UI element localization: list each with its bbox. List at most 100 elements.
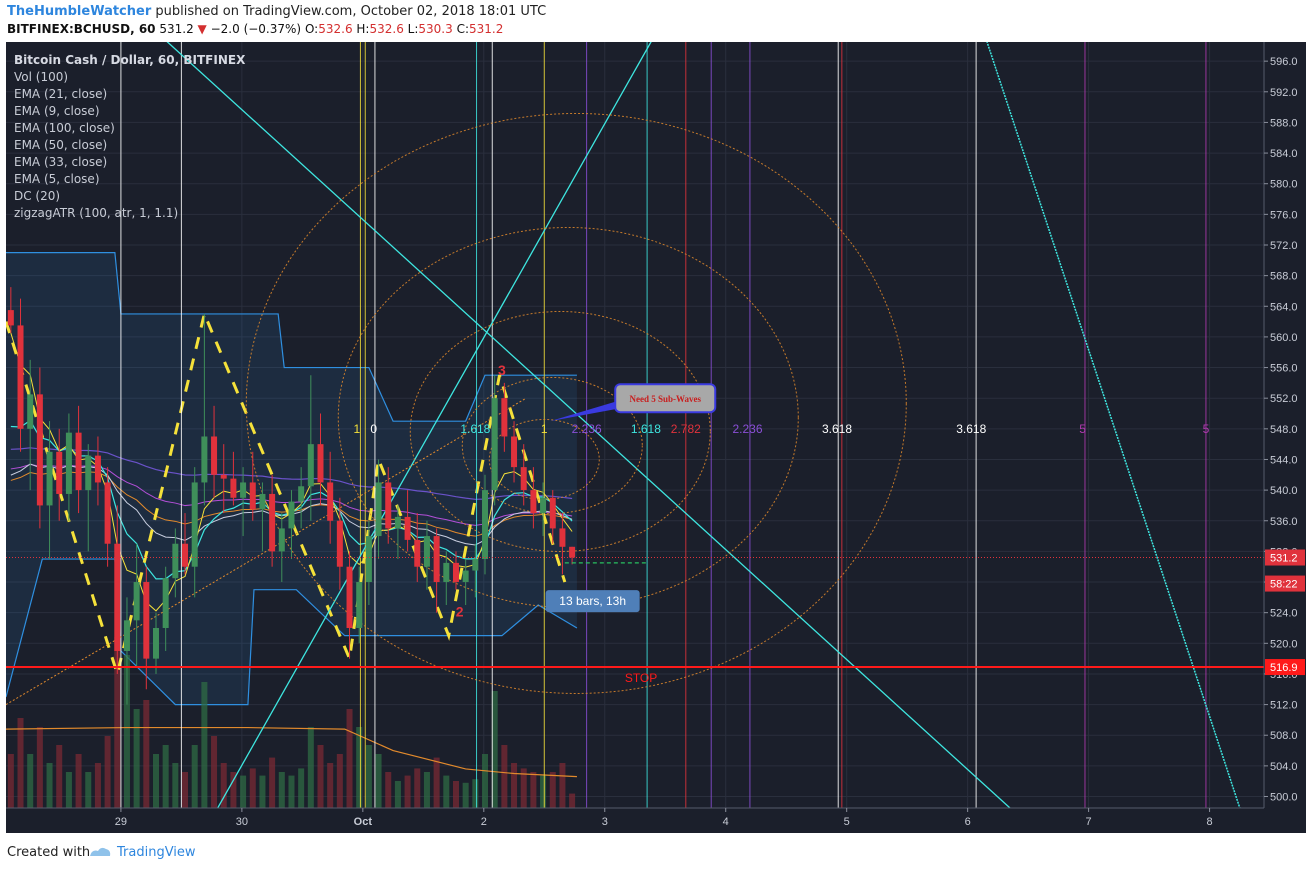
volume-bar xyxy=(259,775,266,808)
candle-body xyxy=(423,536,430,567)
chart-area[interactable]: STOP 1 0 1.618 1 2.236 1.618 2.782 2.236 3.618 3.6… xyxy=(6,42,1306,833)
volume-bar xyxy=(394,781,401,808)
candle-body xyxy=(278,528,285,552)
price-axis-label: 536.0 xyxy=(1270,516,1298,528)
price-axis-label: 580.0 xyxy=(1270,179,1298,191)
stop-label: STOP xyxy=(625,671,657,685)
volume-bar xyxy=(152,754,159,808)
volume-bar xyxy=(365,745,372,808)
last-price: 531.2 xyxy=(159,22,194,36)
price-axis-label: 508.0 xyxy=(1270,730,1298,742)
candle-body xyxy=(65,432,72,494)
volume-bar xyxy=(530,772,537,808)
candle-body xyxy=(356,582,363,628)
time-axis-label: 5 xyxy=(844,816,850,828)
candle-body xyxy=(327,482,334,521)
publish-line: TheHumbleWatcher published on TradingVie… xyxy=(7,4,546,19)
price-axis-label: 576.0 xyxy=(1270,209,1298,221)
volume-bar xyxy=(133,709,140,808)
created-with-text: Created with xyxy=(7,845,91,860)
price-axis-label: 540.0 xyxy=(1270,485,1298,497)
volume-bar xyxy=(172,763,179,808)
open-value: 532.6 xyxy=(318,22,353,36)
volume-bar xyxy=(423,772,430,808)
candle-body xyxy=(56,451,63,494)
volume-bar xyxy=(182,772,189,808)
low-label: L: xyxy=(407,22,419,36)
price-axis-label: 568.0 xyxy=(1270,271,1298,283)
volume-bar xyxy=(104,736,111,808)
candle-body xyxy=(520,467,527,491)
candle-body xyxy=(569,546,576,558)
fib-level-label: 3.618 xyxy=(956,422,986,436)
volume-bar xyxy=(346,709,353,808)
candle-body xyxy=(152,627,159,659)
price-axis-label: 564.0 xyxy=(1270,301,1298,313)
volume-bar xyxy=(414,768,421,808)
fib-level-label: 1 xyxy=(541,422,548,436)
candle-body xyxy=(191,482,198,567)
volume-bar xyxy=(191,745,198,808)
time-axis-label: 2 xyxy=(481,816,487,828)
price-axis-label: 556.0 xyxy=(1270,363,1298,375)
volume-bar xyxy=(211,736,218,808)
candle-body xyxy=(201,436,208,483)
volume-bar xyxy=(327,763,334,808)
candle-body xyxy=(317,444,324,483)
fib-level-label: 2.236 xyxy=(732,422,762,436)
tradingview-link[interactable]: TradingView xyxy=(117,845,196,860)
candle-body xyxy=(501,398,508,437)
candle-body xyxy=(133,582,140,621)
volume-bar xyxy=(385,772,392,808)
volume-bar xyxy=(559,763,566,808)
candle-body xyxy=(549,497,556,529)
candle-body xyxy=(511,436,518,468)
candle-body xyxy=(385,482,392,529)
volume-bar xyxy=(549,772,556,808)
price-axis-bg xyxy=(1264,42,1306,833)
volume-bar xyxy=(511,763,518,808)
volume-bar xyxy=(65,772,72,808)
volume-bar xyxy=(7,754,14,808)
price-axis-label: 548.0 xyxy=(1270,424,1298,436)
callout-text: Need 5 Sub-Waves xyxy=(629,394,701,404)
volume-bar xyxy=(336,754,343,808)
volume-bar xyxy=(462,782,469,808)
candle-body xyxy=(114,543,121,651)
volume-bar xyxy=(307,727,314,808)
candle-body xyxy=(365,536,372,583)
price-axis-label: 552.0 xyxy=(1270,393,1298,405)
author-link[interactable]: TheHumbleWatcher xyxy=(7,4,151,19)
volume-bar xyxy=(36,727,43,808)
candle-body xyxy=(230,478,237,498)
fib-level-label: 3.618 xyxy=(822,422,852,436)
candle-body xyxy=(240,482,247,498)
fib-level-label: 1.618 xyxy=(460,422,490,436)
candle-body xyxy=(288,501,295,529)
price-chart[interactable]: STOP1 0 1.618 1 2.236 1.618 2.782 2.236 3.618 3.6… xyxy=(6,42,1306,833)
candle-body xyxy=(530,490,537,514)
low-value: 530.3 xyxy=(418,22,453,36)
candle-body xyxy=(298,486,305,502)
candle-body xyxy=(540,497,547,514)
candle-body xyxy=(7,310,14,326)
bars-range-label: 13 bars, 13h xyxy=(559,594,626,608)
volume-bar xyxy=(540,775,547,808)
volume-bar xyxy=(375,754,382,808)
candle-body xyxy=(123,620,130,651)
high-label: H: xyxy=(356,22,370,36)
volume-bar xyxy=(356,727,363,808)
price-tag-label: 531.2 xyxy=(1270,553,1298,565)
volume-bar xyxy=(240,775,247,808)
candle-body xyxy=(211,436,218,475)
volume-bar xyxy=(452,781,459,808)
high-value: 532.6 xyxy=(369,22,404,36)
candle-body xyxy=(46,451,53,506)
volume-bar xyxy=(56,745,63,808)
volume-bar xyxy=(569,793,576,808)
volume-bar xyxy=(472,779,479,808)
price-axis-label: 572.0 xyxy=(1270,240,1298,252)
volume-bar xyxy=(404,775,411,808)
candle-body xyxy=(36,394,43,506)
fib-level-label: 0 xyxy=(370,422,377,436)
